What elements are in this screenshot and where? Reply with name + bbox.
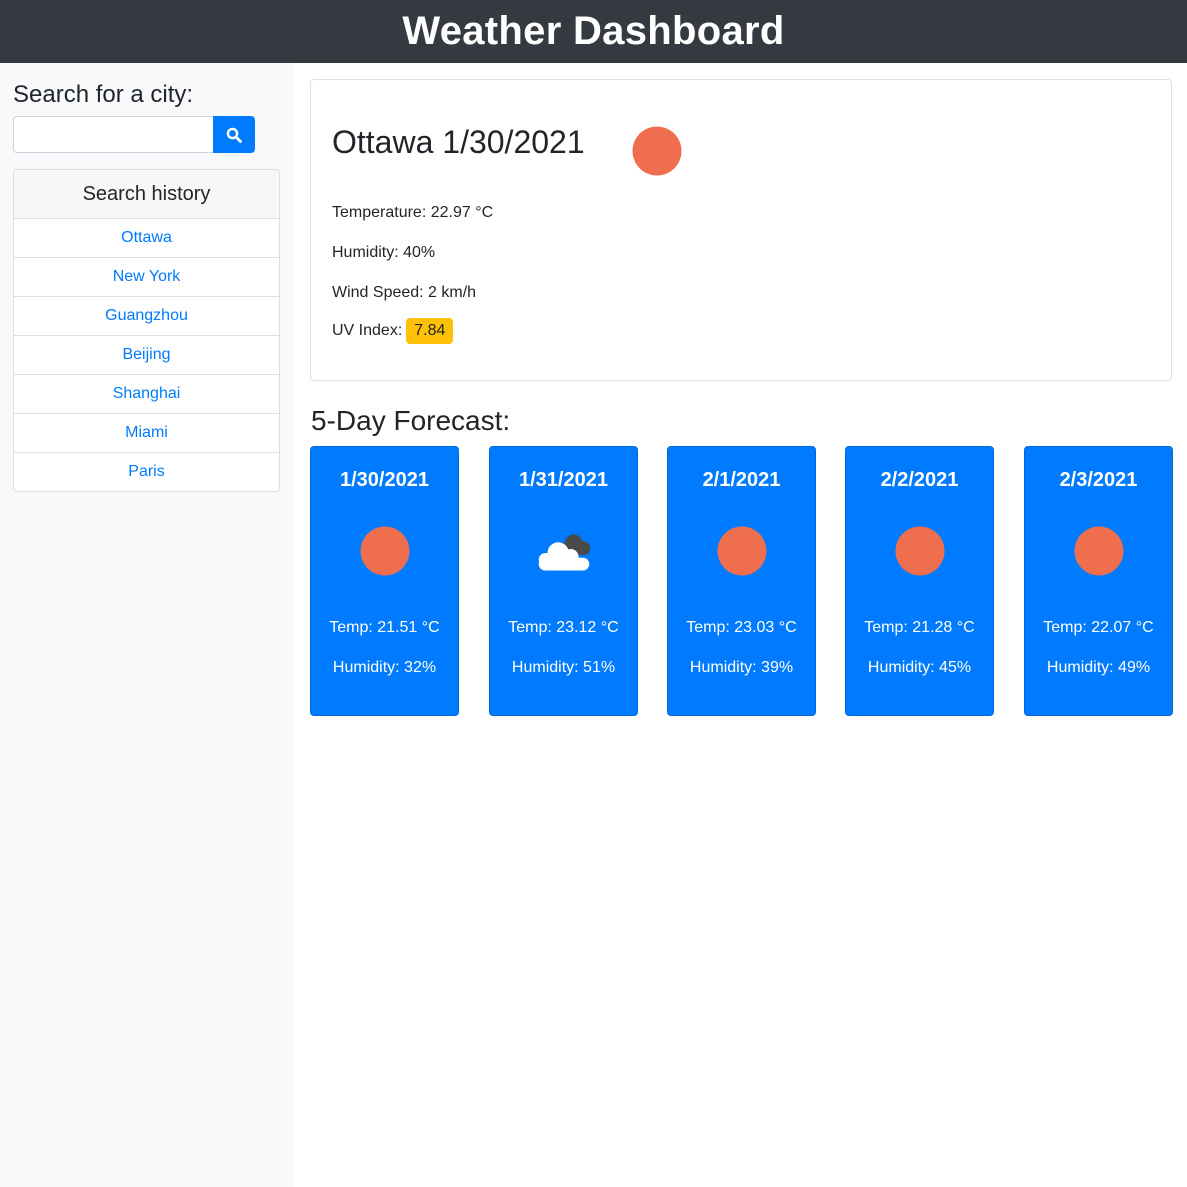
search-history-card: Search history Ottawa New York Guangzhou… xyxy=(13,169,280,492)
history-item-beijing[interactable]: Beijing xyxy=(14,336,279,375)
current-temperature: Temperature: 22.97 °C xyxy=(332,204,494,221)
search-icon xyxy=(226,127,242,143)
current-wind-speed: Wind Speed: 2 km/h xyxy=(332,284,477,301)
current-humidity: Humidity: 40% xyxy=(332,244,436,261)
forecast-temp: Temp: 21.51 °C xyxy=(329,619,440,636)
current-weather-card: Ottawa 1/30/2021 Temperature: 22.97 °C H… xyxy=(310,79,1172,381)
history-item-miami[interactable]: Miami xyxy=(14,414,279,453)
forecast-humidity: Humidity: 32% xyxy=(332,659,437,676)
sun-icon xyxy=(360,526,409,576)
app-header: Weather Dashboard xyxy=(0,0,1187,63)
forecast-card-day-1: 1/30/2021 Temp: 21.51 °C Humidity: 32% xyxy=(310,446,459,716)
forecast-date: 2/3/2021 xyxy=(1059,469,1138,491)
history-item-guangzhou[interactable]: Guangzhou xyxy=(14,297,279,336)
uv-index-badge: 7.84 xyxy=(406,318,454,344)
forecast-humidity: Humidity: 51% xyxy=(511,659,616,676)
forecast-card-day-5: 2/3/2021 Temp: 22.07 °C Humidity: 49% xyxy=(1024,446,1173,716)
forecast-temp: Temp: 21.28 °C xyxy=(864,619,975,636)
history-item-ottawa[interactable]: Ottawa xyxy=(14,219,279,258)
sun-icon xyxy=(717,526,766,576)
app-title: Weather Dashboard xyxy=(402,9,785,53)
history-item-paris[interactable]: Paris xyxy=(14,453,279,491)
forecast-temp: Temp: 23.03 °C xyxy=(686,619,797,636)
search-label: Search for a city: xyxy=(13,81,194,108)
sun-icon xyxy=(632,126,682,176)
history-item-new-york[interactable]: New York xyxy=(14,258,279,297)
sidebar: Search for a city: Search history Ottawa… xyxy=(0,63,294,1187)
forecast-date: 2/2/2021 xyxy=(880,469,959,491)
forecast-card-day-4: 2/2/2021 Temp: 21.28 °C Humidity: 45% xyxy=(845,446,994,716)
current-uv: UV Index: 7.84 xyxy=(332,318,454,344)
forecast-temp: Temp: 22.07 °C xyxy=(1043,619,1154,636)
forecast-card-day-2: 1/31/2021 Temp: 23.12 °C Humidity: 51% xyxy=(489,446,638,716)
forecast-humidity: Humidity: 39% xyxy=(689,659,794,676)
uv-label: UV Index: xyxy=(332,322,403,339)
forecast-title: 5-Day Forecast: xyxy=(311,405,511,436)
history-item-shanghai[interactable]: Shanghai xyxy=(14,375,279,414)
forecast-date: 2/1/2021 xyxy=(702,469,781,491)
forecast-temp: Temp: 23.12 °C xyxy=(508,619,619,636)
sun-icon xyxy=(895,526,944,576)
current-city-title: Ottawa 1/30/2021 xyxy=(332,124,585,160)
forecast-date: 1/31/2021 xyxy=(519,469,608,491)
sun-icon xyxy=(1074,526,1123,576)
forecast-date: 1/30/2021 xyxy=(340,469,429,491)
forecast-card-day-3: 2/1/2021 Temp: 23.03 °C Humidity: 39% xyxy=(667,446,816,716)
forecast-humidity: Humidity: 45% xyxy=(867,659,972,676)
search-button[interactable] xyxy=(213,116,255,153)
city-search-input[interactable] xyxy=(13,116,213,153)
forecast-humidity: Humidity: 49% xyxy=(1046,659,1151,676)
search-history-title: Search history xyxy=(14,170,279,219)
cloud-icon xyxy=(538,534,590,571)
